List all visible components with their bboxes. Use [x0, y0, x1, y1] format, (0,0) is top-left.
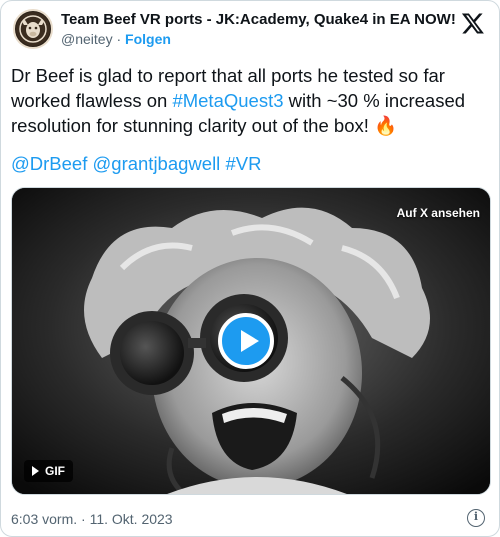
mention-grantjbagwell[interactable]: @grantjbagwell	[93, 153, 221, 174]
avatar[interactable]	[13, 9, 53, 49]
gif-media[interactable]: Auf X ansehen GIF	[11, 187, 491, 495]
author-handle-row: @neitey · Folgen	[61, 31, 171, 47]
author-name[interactable]: Team Beef VR ports - JK:Academy, Quake4 …	[61, 11, 456, 28]
tweet-timestamp[interactable]: 6:03 vorm. · 11. Okt. 2023	[11, 511, 173, 527]
author-handle[interactable]: @neitey	[61, 31, 113, 47]
info-icon[interactable]: i	[467, 509, 485, 527]
play-icon[interactable]	[218, 313, 274, 369]
x-logo-icon[interactable]	[461, 11, 485, 35]
gif-badge[interactable]: GIF	[24, 460, 73, 482]
fire-emoji-icon: 🔥	[374, 115, 398, 136]
mentions-row: @DrBeef @grantjbagwell #VR	[11, 151, 261, 176]
mention-drbeef[interactable]: @DrBeef	[11, 153, 87, 174]
gif-play-icon	[32, 466, 39, 476]
gif-badge-label: GIF	[45, 464, 65, 478]
hashtag-vr[interactable]: #VR	[225, 153, 261, 174]
hashtag-metaquest3[interactable]: #MetaQuest3	[172, 90, 283, 111]
view-on-x-link[interactable]: Auf X ansehen	[397, 206, 480, 220]
tweet-card: Team Beef VR ports - JK:Academy, Quake4 …	[0, 0, 500, 537]
team-beef-logo-icon	[16, 12, 50, 46]
tweet-text: Dr Beef is glad to report that all ports…	[11, 63, 493, 138]
separator: ·	[112, 31, 126, 47]
play-triangle-icon	[241, 330, 259, 352]
follow-button[interactable]: Folgen	[125, 31, 171, 47]
